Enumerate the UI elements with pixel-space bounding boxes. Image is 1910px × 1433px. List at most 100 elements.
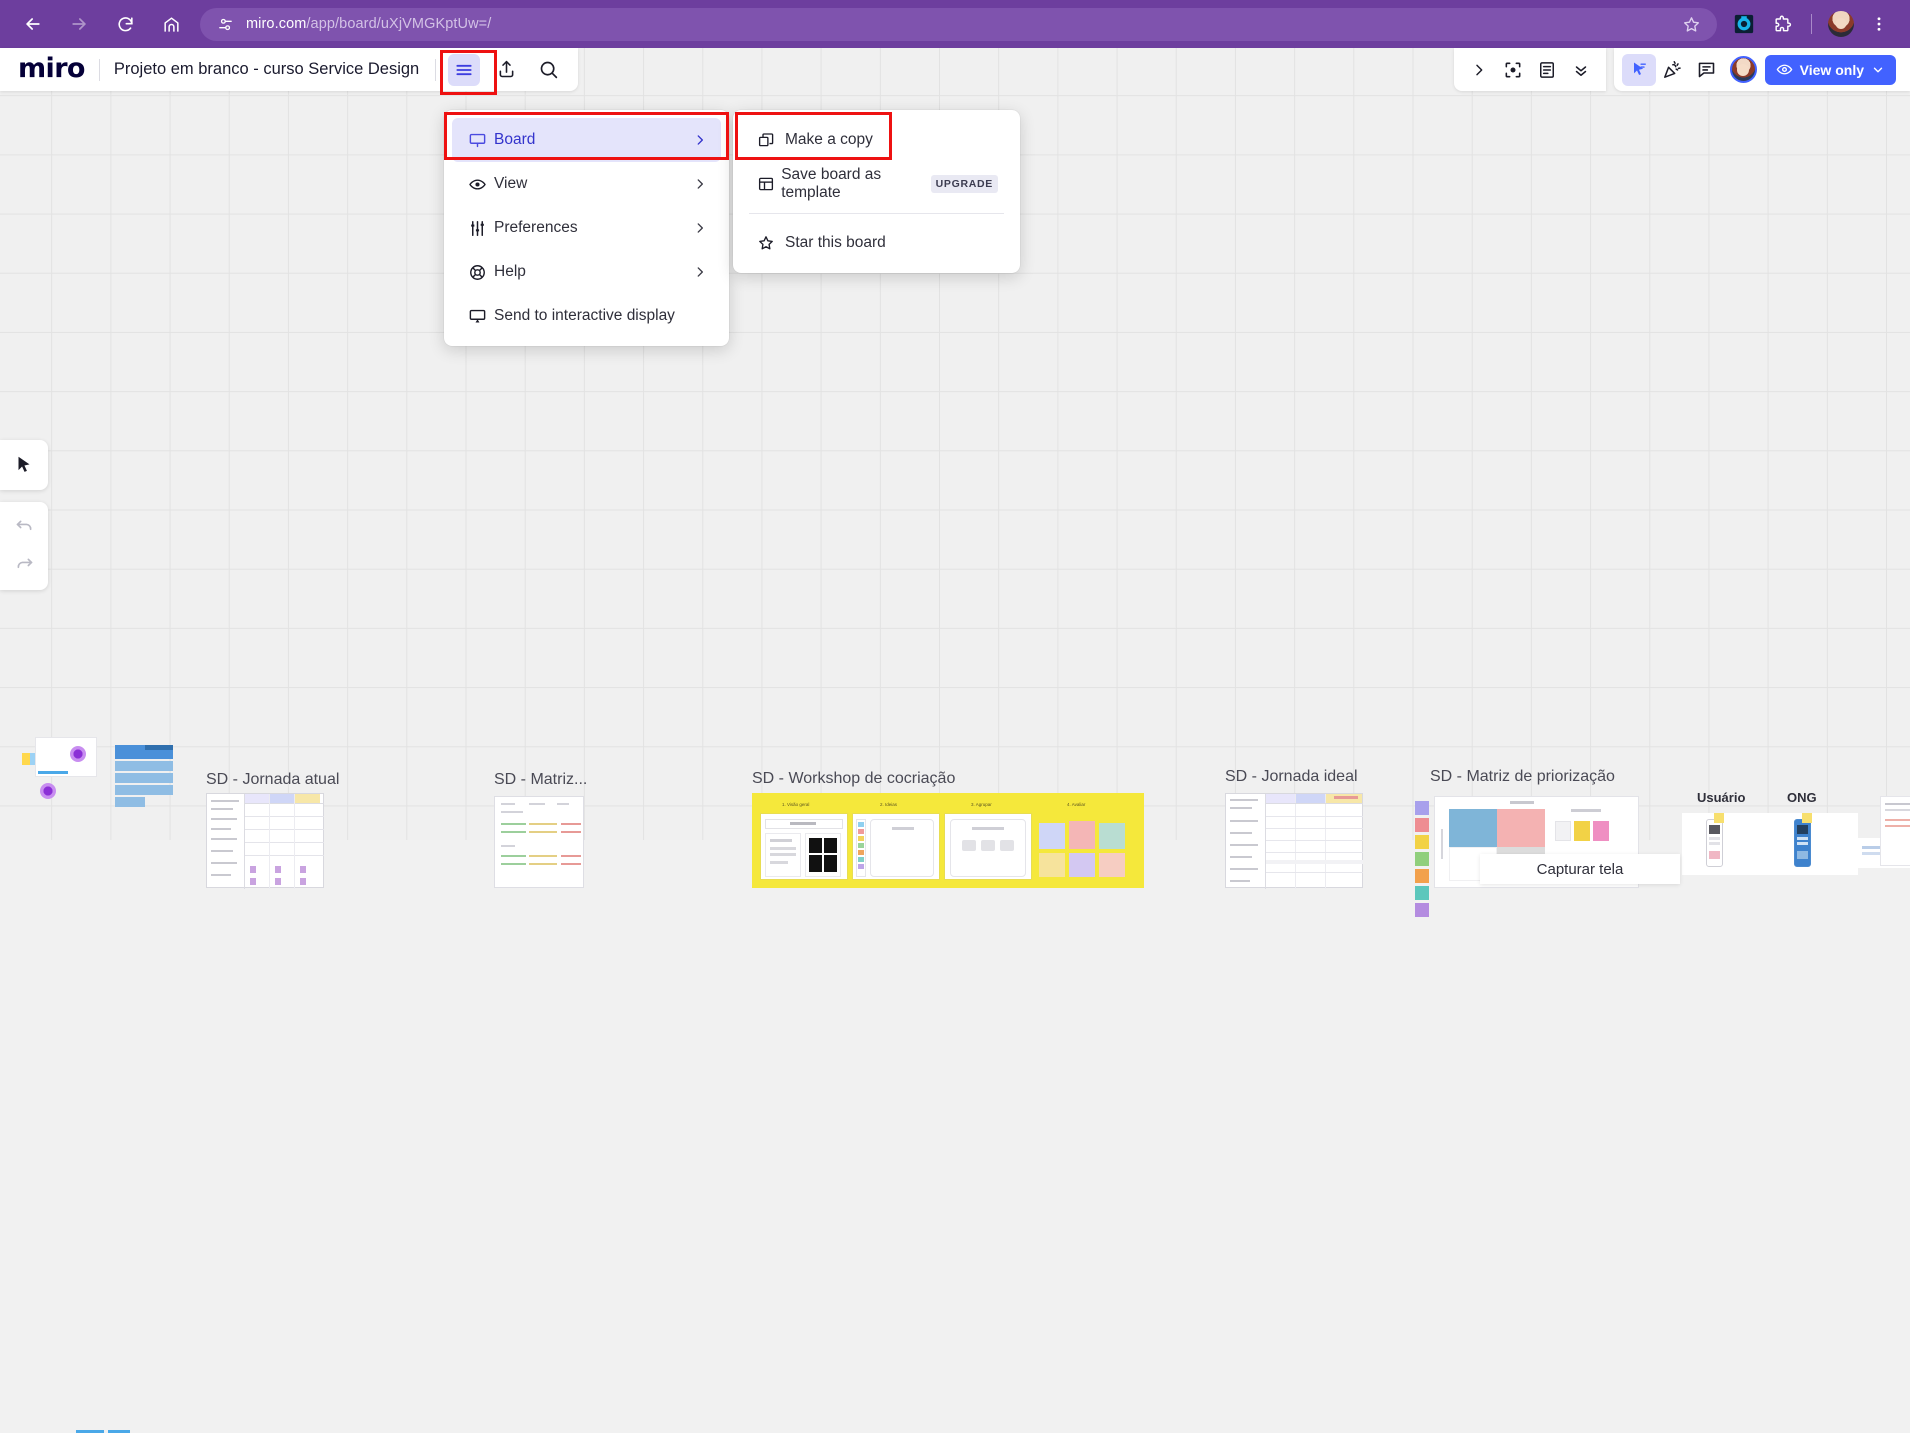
menu-item-label: View xyxy=(494,175,528,192)
eye-icon xyxy=(1776,64,1793,75)
menu-item-preferences[interactable]: Preferences xyxy=(452,206,721,250)
browser-toolbar: miro.com/app/board/uXjVMGKptUw=/ xyxy=(0,0,1910,48)
board-card[interactable] xyxy=(115,761,173,771)
frame-label-matriz[interactable]: SD - Matriz... xyxy=(494,771,587,789)
address-bar[interactable]: miro.com/app/board/uXjVMGKptUw=/ xyxy=(200,7,1717,41)
frame-label-jornada-atual[interactable]: SD - Jornada atual xyxy=(206,771,339,789)
toolbar-divider xyxy=(1811,14,1812,34)
toolbar-divider xyxy=(435,58,437,81)
frame-matriz[interactable] xyxy=(494,796,584,888)
browser-actions xyxy=(1727,7,1900,41)
fit-to-screen-icon[interactable] xyxy=(1496,54,1530,86)
hamburger-menu-icon[interactable] xyxy=(448,53,481,86)
persona-usuario[interactable] xyxy=(1682,813,1770,875)
board-card[interactable] xyxy=(115,797,145,807)
menu-item-board[interactable]: Board xyxy=(452,118,721,162)
board-dot[interactable] xyxy=(70,746,86,762)
home-button[interactable] xyxy=(154,7,188,41)
board-card[interactable] xyxy=(115,785,173,795)
puzzle-extensions-icon[interactable] xyxy=(1765,7,1799,41)
persona-ong[interactable] xyxy=(1770,813,1858,875)
board-dot[interactable] xyxy=(40,783,56,799)
comment-icon[interactable] xyxy=(1690,54,1724,86)
undo-icon[interactable] xyxy=(4,508,44,546)
frame-workshop[interactable]: 1. Visão geral 2. Ideias 3. Agrupar 4. A… xyxy=(752,793,1144,888)
browser-profile-avatar[interactable] xyxy=(1824,7,1858,41)
eye-icon xyxy=(468,175,494,194)
board-line xyxy=(38,771,68,774)
submenu-item-label: Make a copy xyxy=(785,131,873,148)
display-icon xyxy=(468,307,494,326)
frame-jornada-ideal[interactable] xyxy=(1225,793,1363,889)
submenu-item-star-board[interactable]: Star this board xyxy=(741,221,1012,265)
cursor-select-icon[interactable] xyxy=(4,446,44,484)
board-title[interactable]: Projeto em branco - curso Service Design xyxy=(114,60,419,79)
share-upload-icon[interactable] xyxy=(490,54,522,86)
pointer-tool-icon[interactable] xyxy=(1621,53,1656,86)
history-card xyxy=(0,502,48,590)
menu-item-view[interactable]: View xyxy=(452,162,721,206)
frame-jornada-atual[interactable] xyxy=(206,793,324,889)
left-tool-rail xyxy=(0,440,48,590)
expand-panel-icon[interactable] xyxy=(1462,54,1496,86)
submenu-item-save-as-template[interactable]: Save board as template UPGRADE xyxy=(741,162,1012,206)
frame-label-ong[interactable]: ONG xyxy=(1787,790,1817,805)
menu-item-send-to-display[interactable]: Send to interactive display xyxy=(452,294,721,338)
party-popper-icon[interactable] xyxy=(1656,54,1690,86)
board-card[interactable] xyxy=(115,773,173,783)
persona-doc[interactable] xyxy=(1880,796,1910,866)
miro-logo[interactable]: miro xyxy=(18,55,85,82)
menu-item-label: Help xyxy=(494,263,526,280)
url-path: /app/board/uXjVMGKptUw=/ xyxy=(306,16,492,32)
view-only-button[interactable]: View only xyxy=(1764,54,1896,85)
reload-button[interactable] xyxy=(108,7,142,41)
board-card xyxy=(145,745,173,750)
upgrade-badge[interactable]: UPGRADE xyxy=(930,175,998,193)
chevron-right-icon xyxy=(693,265,707,279)
frame-label-matriz-priorizacao[interactable]: SD - Matriz de priorização xyxy=(1430,768,1615,786)
view-only-label: View only xyxy=(1799,61,1864,78)
frame-label-usuario[interactable]: Usuário xyxy=(1697,790,1745,805)
menu-item-label: Send to interactive display xyxy=(494,307,675,324)
bookmark-star-icon[interactable] xyxy=(1677,10,1705,38)
color-palette-strip[interactable] xyxy=(1415,801,1429,917)
site-settings-icon[interactable] xyxy=(212,11,238,37)
chevron-right-icon xyxy=(693,221,707,235)
chevron-down-icon xyxy=(1873,67,1883,72)
frame-label-jornada-ideal[interactable]: SD - Jornada ideal xyxy=(1225,768,1358,786)
board-submenu: Make a copy Save board as template UPGRA… xyxy=(733,110,1020,273)
miro-top-toolbar-right: View only xyxy=(1453,48,1910,91)
three-dot-menu-icon[interactable] xyxy=(1862,7,1896,41)
toolbar-group-view xyxy=(1453,48,1606,91)
submenu-divider xyxy=(749,213,1004,214)
extension-app-icon[interactable] xyxy=(1727,7,1761,41)
select-tool-card xyxy=(0,440,48,490)
menu-item-label: Preferences xyxy=(494,219,578,236)
star-icon xyxy=(757,234,785,252)
toolbar-group-tools: View only xyxy=(1613,48,1910,91)
frame-label-workshop[interactable]: SD - Workshop de cocriação xyxy=(752,770,955,788)
sliders-icon xyxy=(468,219,494,238)
notes-document-icon[interactable] xyxy=(1530,54,1564,86)
forward-button[interactable] xyxy=(62,7,96,41)
search-icon[interactable] xyxy=(532,54,564,86)
template-icon xyxy=(757,175,781,193)
double-chevron-down-icon[interactable] xyxy=(1564,54,1598,86)
copy-icon xyxy=(757,131,785,149)
board-dropdown-menu: Board View Preferences Help Send to inte… xyxy=(444,110,729,346)
help-lifebuoy-icon xyxy=(468,263,494,282)
submenu-item-label: Save board as template xyxy=(781,166,882,201)
toolbar-divider xyxy=(98,58,100,81)
menu-item-label: Board xyxy=(494,131,536,148)
url-domain: miro.com xyxy=(246,16,307,32)
submenu-item-make-a-copy[interactable]: Make a copy xyxy=(741,118,1012,162)
url-text: miro.com/app/board/uXjVMGKptUw=/ xyxy=(246,16,491,32)
board-icon xyxy=(468,131,494,150)
chevron-right-icon xyxy=(693,133,707,147)
back-button[interactable] xyxy=(16,7,50,41)
menu-item-help[interactable]: Help xyxy=(452,250,721,294)
redo-icon[interactable] xyxy=(4,546,44,584)
capturar-tela-tooltip[interactable]: Capturar tela xyxy=(1480,854,1680,884)
user-avatar[interactable] xyxy=(1729,56,1757,83)
submenu-item-label: Star this board xyxy=(785,234,886,251)
